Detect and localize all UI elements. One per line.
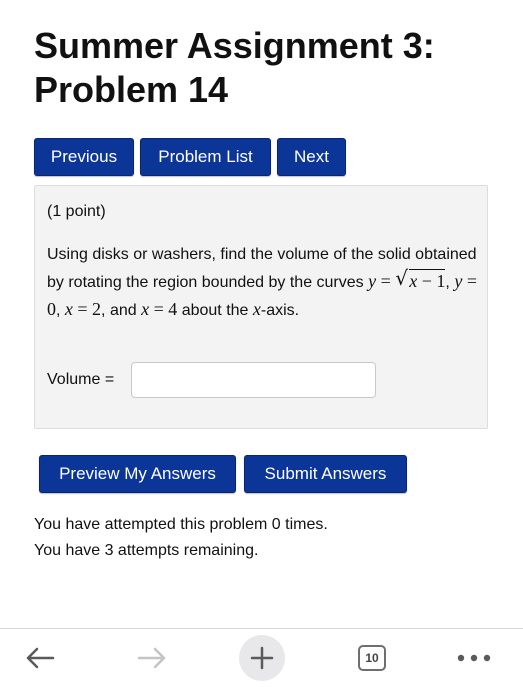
arrow-left-icon	[26, 647, 55, 669]
arrow-right-icon	[137, 647, 166, 669]
tab-switcher-button[interactable]: 10	[350, 629, 394, 687]
problem-panel: (1 point) Using disks or washers, find t…	[34, 185, 488, 429]
about-text: about the	[181, 302, 249, 319]
axis-suffix: -axis.	[260, 302, 300, 319]
point-value: (1 point)	[47, 203, 106, 220]
tab-count-badge: 10	[358, 645, 386, 671]
axis-variable: x	[252, 299, 261, 319]
ellipsis-icon	[457, 654, 491, 662]
preview-answers-button[interactable]: Preview My Answers	[39, 455, 236, 493]
submit-answers-button[interactable]: Submit Answers	[244, 455, 407, 493]
back-button[interactable]	[18, 629, 62, 687]
new-tab-button[interactable]	[238, 629, 286, 687]
problem-list-button[interactable]: Problem List	[140, 138, 271, 176]
curve-equation-x4: x = 4	[141, 299, 178, 319]
previous-button[interactable]: Previous	[34, 138, 134, 176]
page-title: Summer Assignment 3: Problem 14	[34, 25, 435, 110]
next-button[interactable]: Next	[277, 138, 346, 176]
curve-equation-sqrt: y = √ x − 1	[368, 266, 446, 291]
browser-toolbar: 10	[0, 628, 523, 700]
volume-answer-input[interactable]	[131, 362, 376, 398]
volume-label: Volume =	[47, 371, 115, 388]
connector-text: and	[109, 302, 137, 319]
curve-equation-x2: x = 2	[64, 299, 102, 319]
attempt-status: You have attempted this problem 0 times.…	[34, 512, 328, 564]
plus-icon	[250, 646, 274, 670]
more-menu-button[interactable]	[452, 629, 496, 687]
forward-button[interactable]	[130, 629, 174, 687]
problem-statement: Using disks or washers, find the volume …	[47, 246, 477, 319]
attempts-made-text: You have attempted this problem 0 times.	[34, 516, 328, 533]
attempts-remaining-text: You have 3 attempts remaining.	[34, 542, 259, 559]
